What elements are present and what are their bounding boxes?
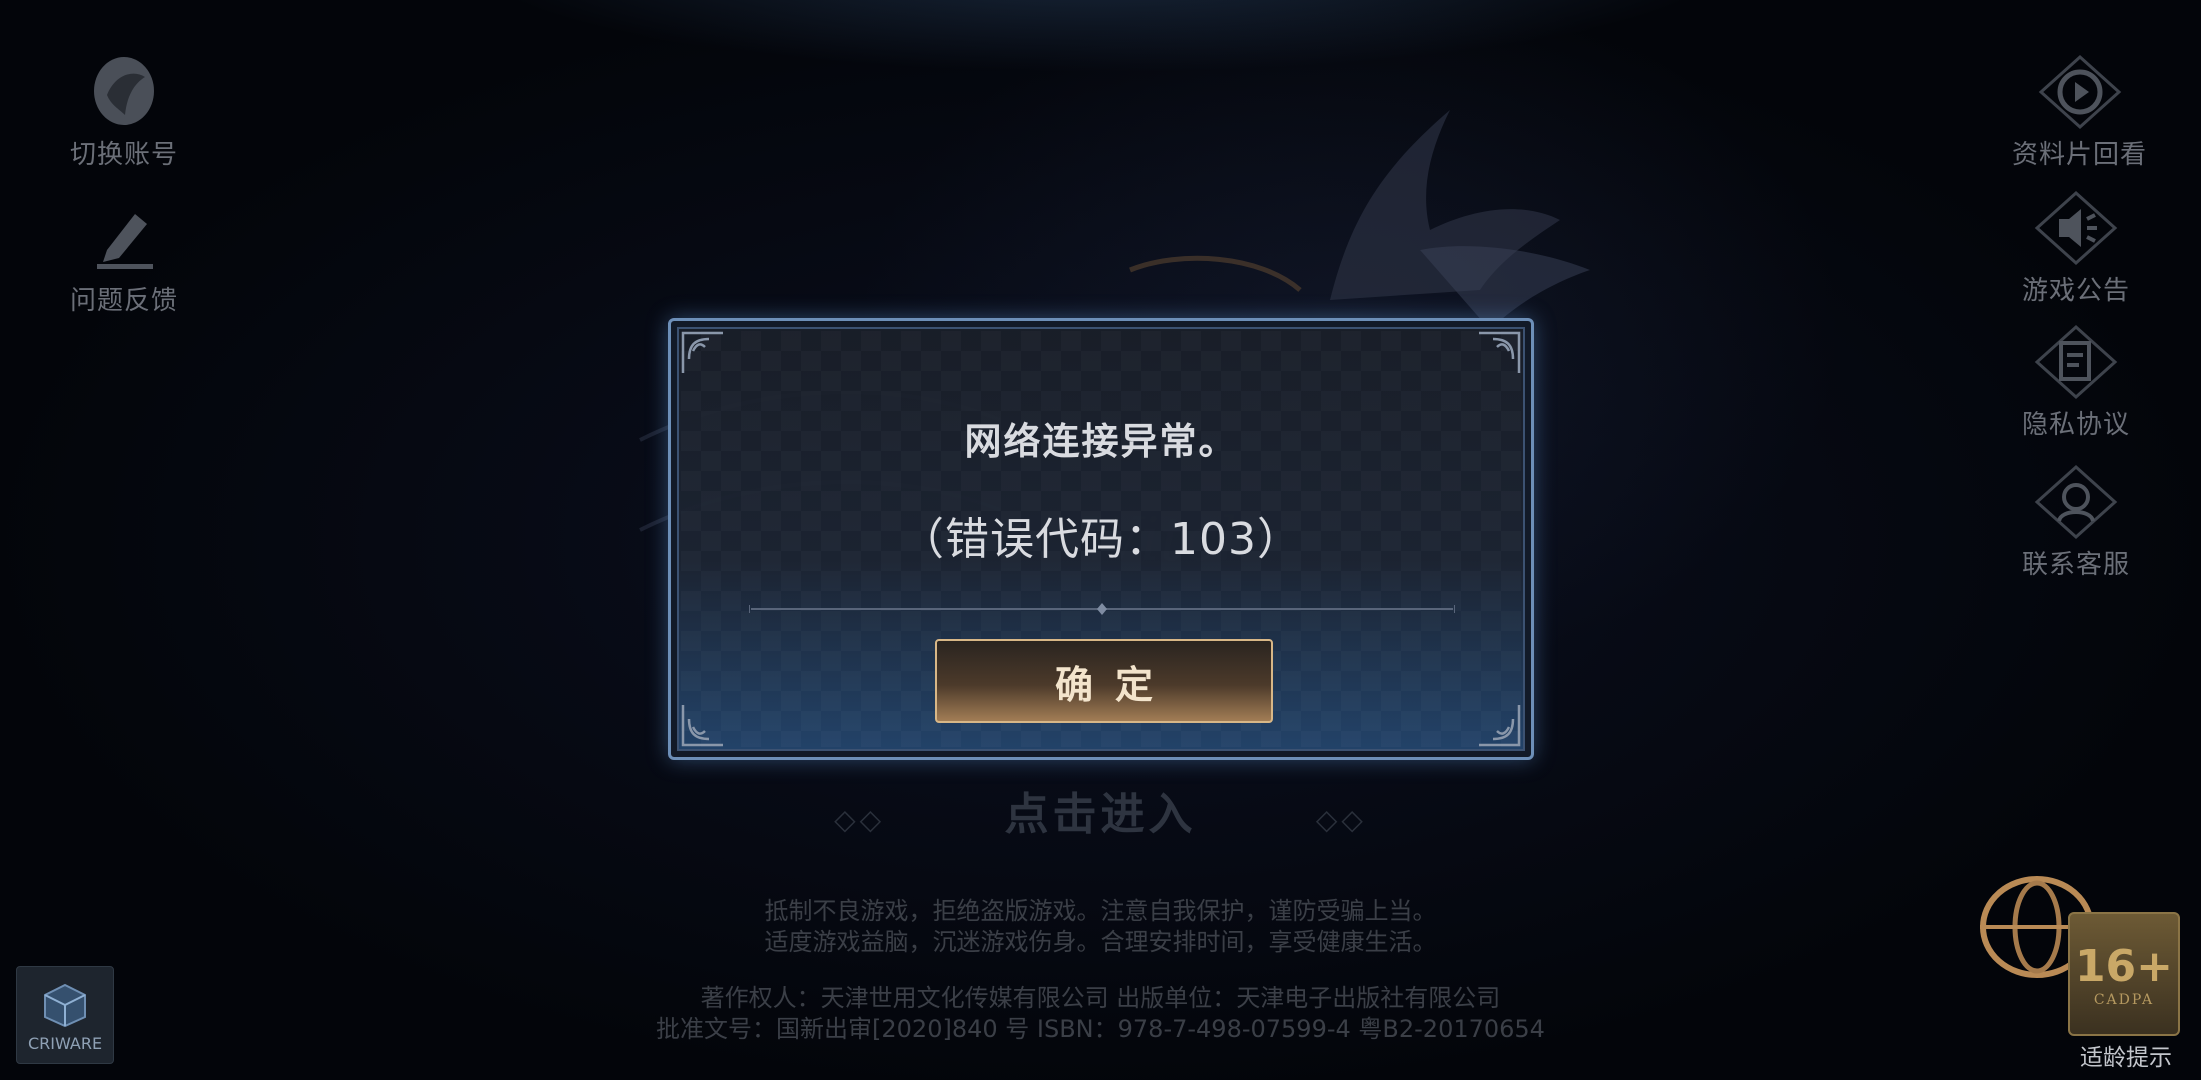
feedback-pen-icon (79, 198, 169, 278)
age-rating-box: 16+ CADPA (2068, 912, 2180, 1036)
corner-ornament-icon (1479, 705, 1521, 747)
announcement-button[interactable]: 游戏公告 (2022, 188, 2130, 307)
privacy-button[interactable]: 隐私协议 (2022, 322, 2130, 441)
health-notice-line: 适度游戏益脑，沉迷游戏伤身。合理安排时间，享受健康生活。 (764, 928, 1437, 956)
network-error-dialog: 网络连接异常。 （错误代码：103） 确定 (668, 318, 1534, 760)
criware-cube-icon (44, 983, 86, 1028)
corner-ornament-icon (681, 705, 723, 747)
customer-service-label: 联系客服 (2022, 550, 2131, 580)
age-rating-badge[interactable]: 16+ CADPA 适龄提示 (2068, 912, 2184, 1071)
game-login-screen[interactable]: Witch 切换账号 问题反馈 资料片回看 (0, 0, 2201, 1080)
replay-icon (2035, 52, 2125, 132)
replay-button[interactable]: 资料片回看 (2012, 52, 2147, 171)
dialog-divider (749, 603, 1455, 615)
dialog-title: 网络连接异常。 (964, 420, 1238, 463)
copyright-line: 著作权人：天津世用文化传媒有限公司 出版单位：天津电子出版社有限公司 (700, 984, 1501, 1012)
switch-account-label: 切换账号 (70, 140, 179, 170)
switch-account-icon (79, 52, 169, 132)
customer-service-button[interactable]: 联系客服 (2022, 462, 2130, 581)
health-notice-line: 抵制不良游戏，拒绝盗版游戏。注意自我保护，谨防受骗上当。 (764, 897, 1437, 925)
corner-ornament-icon (1479, 331, 1521, 373)
left-diamond-icon: ◇◇ (834, 803, 886, 836)
copyright-info: 著作权人：天津世用文化传媒有限公司 出版单位：天津电子出版社有限公司 批准文号：… (0, 983, 2201, 1045)
feedback-label: 问题反馈 (70, 286, 179, 316)
privacy-label: 隐私协议 (2022, 410, 2131, 440)
customer-service-icon (2031, 462, 2121, 542)
replay-label: 资料片回看 (2012, 140, 2148, 170)
right-diamond-icon: ◇◇ (1315, 803, 1367, 836)
criware-label: CRIWARE (27, 1034, 103, 1053)
announcement-icon (2031, 188, 2121, 268)
age-rating-number: 16+ (2074, 940, 2174, 992)
privacy-document-icon (2031, 322, 2121, 402)
confirm-button[interactable]: 确定 (935, 639, 1273, 723)
health-notice: 抵制不良游戏，拒绝盗版游戏。注意自我保护，谨防受骗上当。 适度游戏益脑，沉迷游戏… (0, 896, 2201, 958)
confirm-button-label: 确定 (1054, 662, 1175, 707)
age-rating-tip: 适龄提示 (2080, 1045, 2172, 1071)
tap-to-enter-label: 点击进入 (1004, 789, 1197, 840)
dialog-error-code: （错误代码：103） (900, 514, 1302, 565)
age-rating-org: CADPA (2093, 991, 2155, 1008)
criware-logo: CRIWARE (16, 966, 114, 1064)
copyright-line: 批准文号：国新出审[2020]840 号 ISBN：978-7-498-0759… (656, 1015, 1545, 1043)
tap-to-enter-text[interactable]: ◇◇ 点击进入 ◇◇ (0, 778, 2201, 842)
corner-ornament-icon (681, 331, 723, 373)
feedback-button[interactable]: 问题反馈 (70, 198, 178, 317)
announcement-label: 游戏公告 (2022, 276, 2131, 306)
switch-account-button[interactable]: 切换账号 (70, 52, 178, 171)
